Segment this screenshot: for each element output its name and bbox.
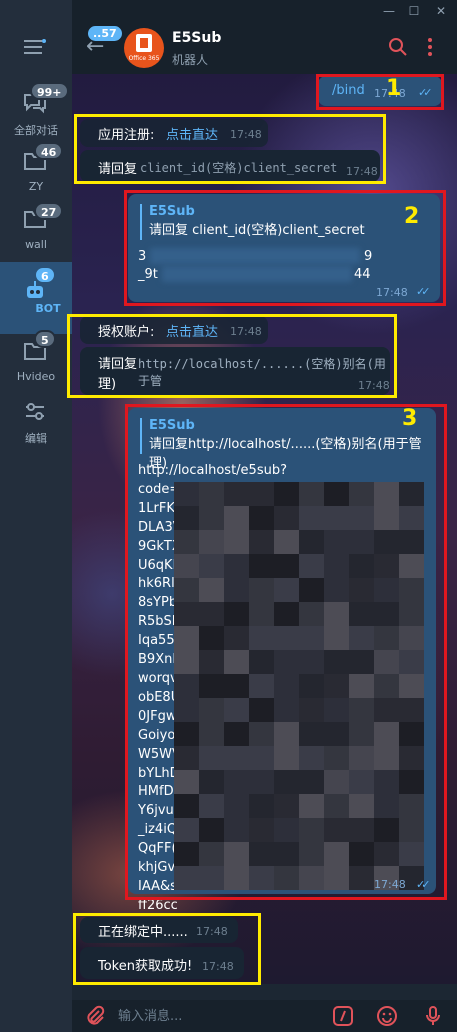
microphone-icon[interactable] [422, 1005, 444, 1027]
close-icon[interactable]: ✕ [432, 2, 450, 20]
sliders-icon [26, 403, 44, 420]
chat-subtitle: 机器人 [172, 53, 209, 67]
paperclip-icon[interactable] [84, 1005, 106, 1027]
unread-badge: 27 [34, 202, 64, 220]
folder-edit[interactable]: 编辑 [0, 388, 72, 460]
maximize-icon[interactable]: ☐ [405, 2, 423, 20]
slash-command-icon[interactable] [332, 1005, 354, 1027]
annotation-box-yellow [74, 114, 386, 184]
folder-label: 编辑 [25, 432, 47, 445]
folder-label: Hvideo [16, 370, 56, 383]
minimize-icon[interactable]: — [380, 2, 398, 20]
avatar[interactable]: Office 365 [124, 28, 164, 68]
message-input[interactable] [118, 1006, 318, 1026]
folder-sidebar: 99+ 全部对话 46 ZY 27 wall 6 BOT 5 Hvideo 编辑 [0, 0, 72, 1032]
unread-badge: 6 [34, 266, 56, 284]
annotation-number: 1 [386, 76, 402, 101]
folder-label: ZY [28, 180, 44, 193]
message-composer [72, 1000, 457, 1032]
chat-header: ← ..57 Office 365 E5Sub 机器人 [72, 22, 457, 74]
avatar-label: Office 365 [128, 55, 160, 62]
unread-badge: 99+ [30, 82, 69, 100]
folder-bot[interactable]: 6 BOT [0, 262, 72, 334]
folder-label: 全部对话 [14, 124, 58, 137]
emoji-icon[interactable] [376, 1005, 398, 1027]
annotation-number: 3 [402, 406, 418, 431]
folder-label: wall [25, 238, 47, 251]
annotation-box-red [125, 404, 447, 900]
unread-count-badge: ..57 [88, 26, 122, 41]
chat-title[interactable]: E5Sub [172, 30, 221, 46]
annotation-number: 2 [404, 204, 420, 229]
annotation-box-red [124, 190, 446, 306]
menu-icon[interactable] [22, 38, 46, 56]
unread-badge: 46 [34, 142, 64, 160]
annotation-box-red [316, 74, 444, 110]
annotation-box-yellow [73, 913, 261, 985]
folder-wall[interactable]: 27 wall [0, 196, 72, 268]
more-vertical-icon[interactable] [419, 36, 441, 58]
annotation-box-yellow [67, 314, 397, 398]
search-icon[interactable] [387, 36, 409, 58]
unread-badge: 5 [34, 330, 56, 348]
